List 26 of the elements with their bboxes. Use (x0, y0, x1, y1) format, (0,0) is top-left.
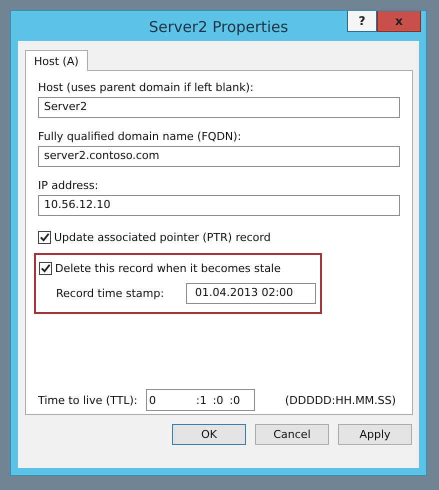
dialog-button[interactable]: OK (172, 424, 246, 445)
close-button[interactable]: x (377, 11, 421, 32)
checkbox-label: Update associated pointer (PTR) record (54, 230, 271, 244)
ttl-value: :0 (229, 394, 240, 406)
ttl-value: 0 (149, 394, 156, 406)
help-button[interactable]: ? (347, 11, 377, 32)
field-label: IP address: (38, 179, 100, 192)
text-field[interactable]: server2.contoso.com (38, 146, 400, 167)
ttl-value: :0 (212, 394, 224, 406)
dialog-button[interactable]: Apply (338, 424, 412, 445)
checkbox[interactable] (38, 230, 51, 244)
field-label: Time to live (TTL): (38, 394, 139, 406)
checkbox-label: Delete this record when it becomes stale (55, 262, 281, 274)
format-hint: (DDDDD:HH.MM.SS) (285, 394, 396, 406)
ttl-field[interactable]: 0 :1 :0 :0 (146, 389, 255, 411)
text-field[interactable]: Server2 (38, 97, 400, 118)
field-label: Host (uses parent domain if left blank): (38, 81, 255, 94)
field-label: Record time stamp: (56, 287, 166, 300)
dialog-button[interactable]: Cancel (255, 424, 329, 445)
field-label: Fully qualified domain name (FQDN): (38, 130, 242, 143)
checkbox[interactable] (39, 262, 52, 274)
ttl-value: :1 (196, 394, 207, 406)
window-title: Server2 Properties (148, 17, 288, 36)
tab[interactable]: Host (A) (25, 50, 88, 71)
timestamp-field[interactable]: 01.04.2013 02:00 (186, 283, 316, 304)
text-field[interactable]: 10.56.12.10 (38, 195, 400, 216)
